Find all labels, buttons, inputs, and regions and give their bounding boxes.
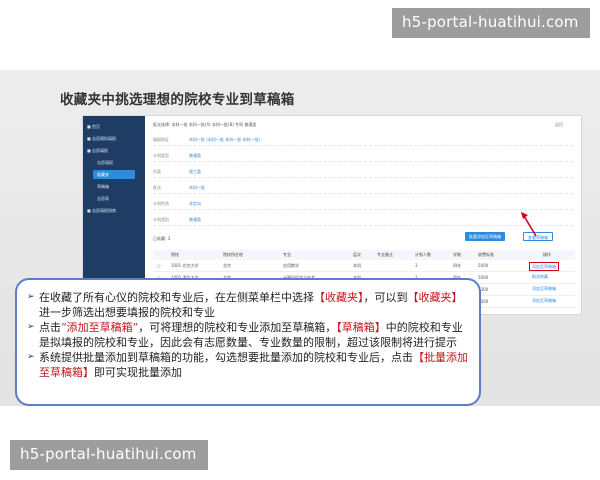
instruction-text: 点击 (39, 321, 61, 334)
filter-row: 填报地区 本科一批 (本科一批 本科一批 本科一批) (153, 134, 573, 146)
column-header: 操作 (543, 252, 551, 257)
filter-label: 计划类型 (153, 153, 169, 158)
tutorial-slide: 收藏夹中挑选理想的院校专业到草稿箱 ■ 首页 ■ 志愿模拟填报 ■ 志愿填报 志… (0, 70, 600, 406)
instruction-highlight: 【草稿箱】 (336, 321, 386, 334)
instruction-text: 系统提供批量添加到草稿箱的功能，勾选想要批量添加的院校和专业后，点击 (39, 351, 413, 364)
filter-label: 计划类别 (153, 217, 169, 222)
sidebar-item-guide[interactable]: ■ 志愿填报指南 (87, 206, 116, 215)
filter-value[interactable]: 普通类 (189, 217, 201, 223)
instruction-highlight: 【收藏夹】 (407, 291, 463, 304)
cell-location: 北京 (223, 263, 231, 268)
cell-level: 本科 (353, 263, 361, 268)
column-header: 层次 (353, 252, 361, 257)
batch-add-to-draft-button[interactable]: 批量添加至草稿箱 (465, 232, 505, 241)
filter-value[interactable]: 理工类 (189, 169, 201, 175)
instruction-bullet: ➢ 在收藏了所有心仪的院校和专业后，在左侧菜单栏中选择【收藏夹】，可以到【收藏夹… (27, 290, 469, 320)
filter-row: 计划性质 非定向 (153, 198, 573, 210)
batch-selector[interactable]: 批次选择: 本科一批 本科一批(A) 本科一批(B) 专科 普通类 (153, 122, 256, 128)
add-to-draft-link[interactable]: 添加至草稿箱 (532, 298, 556, 304)
row-checkbox[interactable]: ○ (157, 263, 161, 268)
instruction-text: 进一步筛选出想要填报的院校和专业 (39, 306, 215, 319)
cancel-favorite-link[interactable]: 取消收藏 (532, 274, 548, 280)
column-header: 学制 (453, 252, 461, 257)
add-to-draft-link[interactable]: 添加至草稿箱 (532, 264, 556, 270)
column-header: 专业备注 (377, 252, 393, 257)
instruction-highlight: “添加至草稿箱” (61, 321, 139, 334)
instruction-text: ，可以到 (363, 291, 408, 304)
filter-value[interactable]: 本科一批 (189, 185, 205, 191)
column-header: 计划人数 (415, 252, 431, 257)
table-row: ○ 1001 北京大学 北京 应用数学 本科 3 四年 5000 (153, 260, 575, 272)
filter-row: 计划类型 普通类 (153, 150, 573, 162)
arrow-bullet-icon: ➢ (27, 352, 35, 362)
sidebar-item-apply-sub[interactable]: 志愿填报 (97, 158, 113, 167)
favorites-count: 已收藏: 3 (153, 236, 171, 241)
slide-title: 收藏夹中挑选理想的院校专业到草稿箱 (60, 92, 295, 108)
instruction-text: 即可实现批量添加 (94, 366, 182, 379)
column-header: 院校所在地 (223, 252, 243, 257)
page: h5-portal-huatihui.com 收藏夹中挑选理想的院校专业到草稿箱… (0, 0, 600, 480)
filter-label: 计划性质 (153, 201, 169, 206)
red-arrow-icon (521, 212, 537, 237)
sidebar-item-favorites[interactable]: 收藏夹 (93, 170, 135, 179)
column-header: 专业 (283, 252, 291, 257)
cell-school: 1001 北京大学 (171, 263, 199, 268)
instruction-callout: ➢ 在收藏了所有心仪的院校和专业后，在左侧菜单栏中选择【收藏夹】，可以到【收藏夹… (15, 278, 481, 406)
cell-duration: 四年 (453, 263, 461, 268)
instruction-bullet: ➢ 系统提供批量添加到草稿箱的功能，勾选想要批量添加的院校和专业后，点击【批量添… (27, 350, 469, 380)
instruction-bullet: ➢ 点击“添加至草稿箱”，可将理想的院校和专业添加至草稿箱，【草稿箱】中的院校和… (27, 320, 469, 350)
filter-row: 批次 本科一批 (153, 182, 573, 194)
arrow-bullet-icon: ➢ (27, 322, 35, 332)
filter-row: 科类 理工类 (153, 166, 573, 178)
filter-value[interactable]: 本科一批 (本科一批 本科一批 本科一批) (189, 137, 260, 143)
cell-fee: 5000 (478, 275, 489, 280)
sidebar-item-volunteer-table[interactable]: 志愿表 (97, 194, 109, 203)
arrow-bullet-icon: ➢ (27, 292, 35, 302)
instruction-text: ，可将理想的院校和专业添加至草稿箱， (138, 321, 337, 334)
filter-label: 批次 (153, 185, 161, 190)
filter-label: 科类 (153, 169, 161, 174)
watermark-bottom: h5-portal-huatihui.com (10, 440, 208, 470)
sidebar-item-home[interactable]: ■ 首页 (87, 122, 100, 131)
sidebar-item-apply[interactable]: ■ 志愿填报 (87, 146, 108, 155)
back-link[interactable]: 返回 (555, 122, 563, 128)
watermark-top: h5-portal-huatihui.com (392, 8, 590, 38)
instruction-highlight: 【收藏夹】 (314, 291, 364, 304)
cell-fee: 5000 (478, 263, 489, 268)
column-header: 院校 (171, 252, 179, 257)
sidebar-item-simulate[interactable]: ■ 志愿模拟填报 (87, 134, 116, 143)
sidebar-item-drafts[interactable]: 草稿箱 (97, 182, 109, 191)
filter-value[interactable]: 普通类 (189, 153, 201, 159)
table-header: 院校 院校所在地 专业 层次 专业备注 计划人数 学制 收费标准 操作 (153, 250, 575, 260)
instruction-text: 在收藏了所有心仪的院校和专业后，在左侧菜单栏中选择 (39, 291, 314, 304)
cell-major: 应用数学 (283, 263, 299, 268)
add-to-draft-link[interactable]: 添加至草稿箱 (532, 286, 556, 292)
filter-value[interactable]: 非定向 (189, 201, 201, 207)
filter-row: 计划类别 普通类 (153, 214, 573, 226)
cell-plan: 3 (415, 263, 418, 268)
column-header: 收费标准 (478, 252, 494, 257)
filter-label: 填报地区 (153, 137, 169, 142)
